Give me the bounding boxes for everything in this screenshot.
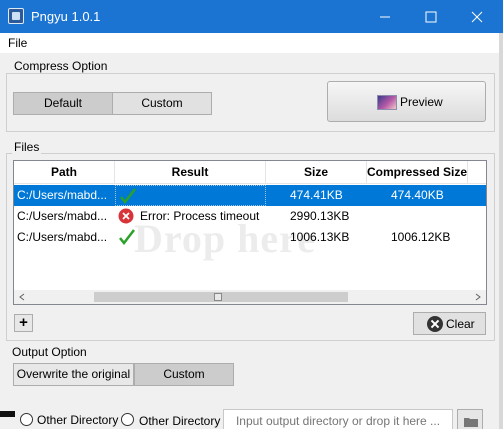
horizontal-scrollbar[interactable]: [14, 290, 486, 304]
check-icon: [120, 188, 136, 204]
cell-compressed: [391, 206, 467, 227]
compress-custom-button[interactable]: Custom: [112, 92, 212, 115]
menu-bar: File: [0, 33, 499, 53]
clear-icon: [427, 316, 443, 332]
column-extra: [468, 161, 486, 184]
close-button[interactable]: [454, 0, 500, 33]
output-option-label: Output Option: [12, 345, 87, 359]
truncated-control: [0, 411, 15, 417]
other-directory-label-1: Other Directory: [37, 413, 119, 427]
table-row[interactable]: C:/Users/mabd... Error: Process timeout …: [14, 206, 486, 227]
output-overwrite-label: Overwrite the original: [16, 367, 131, 381]
cell-path: C:/Users/mabd...: [17, 230, 108, 244]
column-result[interactable]: Result: [115, 161, 266, 184]
cell-result: [115, 185, 266, 206]
scrollbar-grip: [214, 293, 222, 301]
compress-default-button[interactable]: Default: [13, 92, 113, 115]
files-table[interactable]: Drop here Path Result Size Compressed Si…: [13, 160, 487, 305]
window-border: [499, 33, 503, 429]
other-directory-radio-1[interactable]: [20, 413, 33, 426]
compress-default-label: Default: [43, 96, 83, 110]
title-bar: Pngyu 1.0.1: [0, 0, 503, 33]
maximize-icon: [425, 11, 437, 23]
preview-label: Preview: [400, 95, 443, 109]
scroll-left-icon[interactable]: [17, 292, 27, 302]
output-custom-button[interactable]: Custom: [134, 363, 234, 386]
cell-size: 1006.13KB: [290, 230, 350, 244]
menu-file[interactable]: File: [8, 36, 27, 50]
cell-result: Error: Process timeout: [115, 206, 266, 227]
table-row[interactable]: C:/Users/mabd... 1006.13KB 1006.12KB: [14, 227, 486, 248]
cell-path: C:/Users/mabd...: [17, 209, 108, 223]
folder-icon: [464, 418, 478, 427]
preview-button[interactable]: Preview: [327, 81, 486, 122]
other-directory-radio-2[interactable]: [121, 413, 134, 426]
error-icon: [118, 208, 134, 224]
maximize-button[interactable]: [408, 0, 454, 33]
compress-custom-label: Custom: [141, 96, 183, 110]
app-icon: [8, 8, 24, 24]
column-path[interactable]: Path: [14, 161, 115, 184]
cell-compressed: 1006.12KB: [391, 230, 451, 244]
output-overwrite-button[interactable]: Overwrite the original: [13, 363, 134, 386]
browse-folder-button[interactable]: [457, 409, 483, 429]
table-row[interactable]: C:/Users/mabd... 474.41KB 474.40KB: [14, 185, 486, 206]
check-icon: [119, 229, 135, 245]
table-header: Path Result Size Compressed Size: [14, 161, 486, 184]
add-file-button[interactable]: +: [14, 314, 33, 332]
close-icon: [471, 11, 483, 23]
minimize-icon: [380, 16, 390, 18]
column-size[interactable]: Size: [266, 161, 367, 184]
cell-path: C:/Users/mabd...: [17, 188, 108, 202]
clear-button[interactable]: Clear: [413, 312, 486, 335]
image-icon: [377, 95, 397, 110]
cell-result: [115, 227, 266, 248]
compress-option-label: Compress Option: [12, 59, 110, 73]
column-compressed-size[interactable]: Compressed Size: [367, 161, 468, 184]
minimize-button[interactable]: [362, 0, 408, 33]
output-custom-label: Custom: [163, 367, 205, 381]
scroll-right-icon[interactable]: [473, 292, 483, 302]
cell-size: 2990.13KB: [290, 209, 350, 223]
clear-label: Clear: [446, 317, 475, 331]
result-text: Error: Process timeout: [140, 209, 260, 223]
window-title: Pngyu 1.0.1: [31, 9, 101, 24]
cell-size: 474.41KB: [290, 188, 343, 202]
other-directory-label-2: Other Directory: [139, 414, 221, 428]
cell-compressed: 474.40KB: [391, 188, 444, 202]
output-directory-input[interactable]: [223, 409, 453, 429]
files-label: Files: [12, 140, 42, 154]
